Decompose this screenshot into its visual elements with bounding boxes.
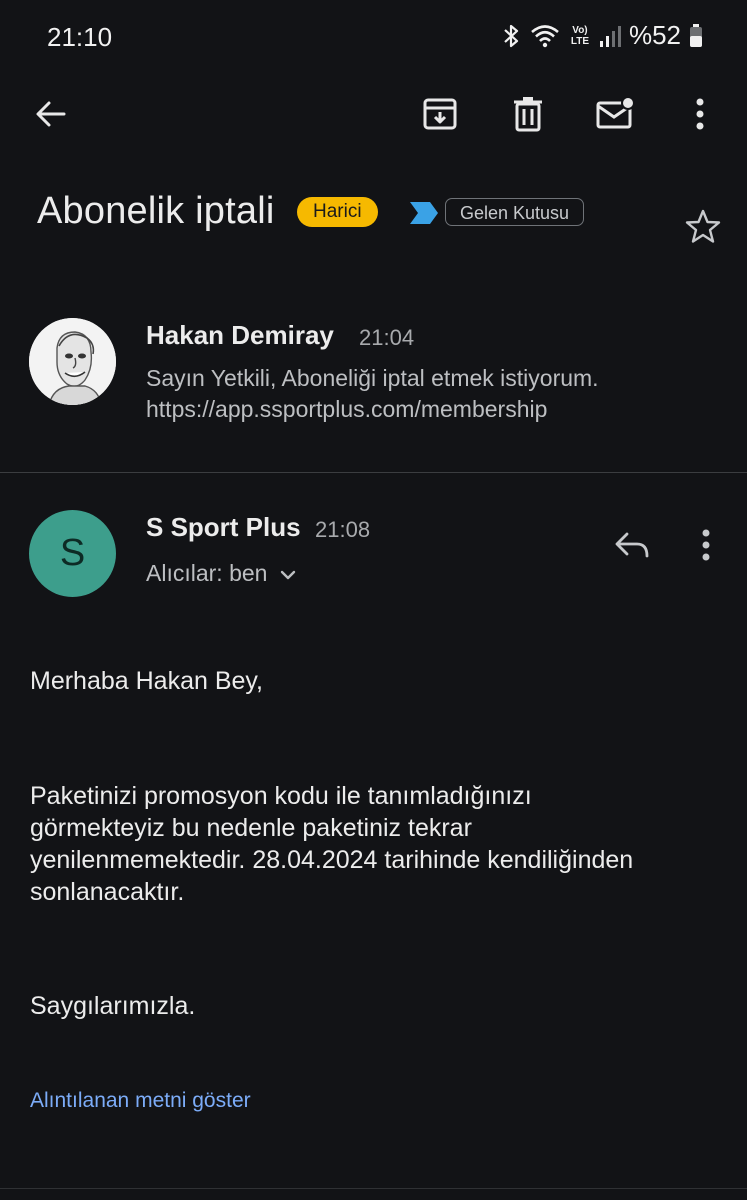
body-paragraph: Paketinizi promosyon kodu ile tanımladığ… (30, 780, 730, 908)
sender-name[interactable]: Hakan Demiray (146, 320, 334, 351)
wifi-icon (529, 23, 561, 49)
body-line: Paketinizi promosyon kodu ile tanımladığ… (30, 782, 532, 810)
subject-title: Abonelik iptali (37, 190, 275, 232)
status-icons: Vo) LTE %52 (501, 20, 703, 51)
sender-name[interactable]: S Sport Plus (146, 512, 301, 543)
message-time: 21:08 (315, 517, 371, 542)
reply-icon[interactable] (613, 530, 651, 567)
inbox-label-chip[interactable]: Gelen Kutusu (445, 198, 585, 226)
importance-marker-icon (408, 200, 440, 231)
back-arrow-icon[interactable] (30, 94, 70, 134)
archive-icon[interactable] (420, 94, 460, 134)
show-quoted-text-link[interactable]: Alıntılanan metni göster (30, 1089, 251, 1113)
signal-icon (599, 24, 621, 48)
chevron-down-icon (279, 560, 297, 587)
volte-lte-icon: Vo) LTE (570, 24, 590, 47)
more-vert-icon[interactable] (680, 94, 720, 134)
delete-icon[interactable] (508, 94, 548, 134)
body-line: görmekteyiz bu nedenle paketiniz tekrar (30, 814, 472, 842)
star-icon[interactable] (684, 208, 722, 251)
message-divider (0, 472, 747, 473)
message-more-vert-icon[interactable] (701, 529, 711, 566)
sender-avatar-ssport[interactable]: S (29, 510, 116, 597)
mark-unread-icon[interactable] (596, 94, 636, 134)
body-closing: Saygılarımızla. (30, 992, 196, 1020)
message-snippet-line1[interactable]: Sayın Yetkili, Aboneliği iptal etmek ist… (146, 363, 599, 394)
battery-percent: %52 (628, 20, 681, 50)
body-line: yenilenmemektedir. 28.04.2024 tarihinde … (30, 846, 634, 874)
status-time: 21:10 (47, 22, 113, 52)
recipients-label: Alıcılar: ben (146, 560, 268, 586)
sender-avatar-hakan[interactable] (29, 318, 116, 405)
message-time: 21:04 (359, 325, 415, 350)
message-snippet-line2[interactable]: https://app.ssportplus.com/membership (146, 394, 547, 425)
bluetooth-icon (501, 23, 521, 49)
bottom-divider (0, 1188, 747, 1189)
body-line: sonlanacaktır. (30, 878, 185, 906)
body-greeting: Merhaba Hakan Bey, (30, 667, 263, 695)
recipients-toggle[interactable]: Alıcılar: ben (146, 560, 297, 587)
battery-icon (689, 23, 703, 48)
external-label-chip: Harici (297, 197, 378, 227)
